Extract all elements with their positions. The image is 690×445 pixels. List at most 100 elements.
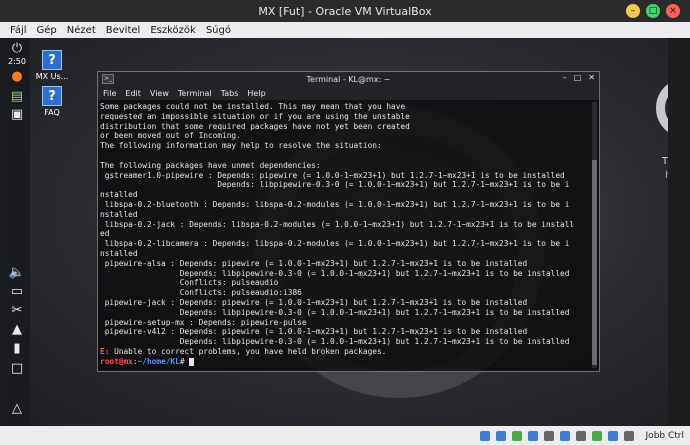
menu-input[interactable]: Bevitel: [106, 25, 141, 36]
window-title: MX [Fut] - Oracle VM VirtualBox: [258, 4, 432, 18]
terminal-line: Depends: libpipewire-0.3-0 (= 1.0.0-1~mx…: [100, 268, 570, 278]
terminal-line: nstalled: [100, 248, 138, 258]
terminal-line: Depends: libpipewire-0.3-0 (= 1.0.0-1~mx…: [100, 180, 570, 190]
menu-machine[interactable]: Gép: [37, 25, 57, 36]
terminal-line: pipewire-v4l2 : Depends: pipewire (= 1.0…: [100, 327, 528, 337]
terminal-line: Depends: libpipewire-0.3-0 (= 1.0.0-1~mx…: [100, 307, 570, 317]
terminal-window-controls: – □ ✕: [563, 73, 595, 82]
hdd-icon[interactable]: [479, 430, 490, 441]
menu-view[interactable]: Nézet: [67, 25, 96, 36]
optical-drive-icon[interactable]: [495, 430, 506, 441]
help-icon: ?: [42, 50, 62, 70]
files-icon[interactable]: ▤: [9, 88, 25, 104]
network-status-icon[interactable]: [511, 430, 522, 441]
terminal-menubar: File Edit View Terminal Tabs Help: [98, 86, 599, 100]
terminal-menu-edit[interactable]: Edit: [125, 89, 141, 98]
window-titlebar[interactable]: MX [Fut] - Oracle VM VirtualBox – □ ×: [0, 0, 690, 22]
window-controls: – □ ×: [626, 4, 680, 18]
terminal-line: The following information may help to re…: [100, 141, 382, 151]
terminal-cursor: [189, 357, 195, 366]
guest-desktop: T h ⏻ 2:50 ● ▤ ▣ 🔈 ▭ ✂ ▲ ▮ □ △ ? MX Us..…: [4, 38, 668, 426]
terminal-line: Depends: libpipewire-0.3-0 (= 1.0.0-1~mx…: [100, 337, 570, 347]
keyboard-icon[interactable]: [623, 430, 634, 441]
volume-icon[interactable]: 🔈: [9, 264, 25, 280]
terminal-line: Some packages could not be installed. Th…: [100, 102, 406, 111]
desktop-icon-mx-user-manual[interactable]: ? MX Us...: [32, 50, 72, 81]
vbox-statusbar: Jobb Ctrl: [0, 426, 690, 445]
terminal-line: libspa-0.2-jack : Depends: libspa-0.2-mo…: [100, 219, 575, 229]
terminal-error-line: E: Unable to correct problems, you have …: [100, 347, 590, 357]
side-panel: ⏻ 2:50 ● ▤ ▣ 🔈 ▭ ✂ ▲ ▮ □ △: [4, 38, 30, 426]
terminal-menu-tabs[interactable]: Tabs: [221, 89, 239, 98]
terminal-maximize-icon[interactable]: □: [574, 73, 582, 82]
terminal-menu-view[interactable]: View: [150, 89, 169, 98]
terminal-close-icon[interactable]: ✕: [588, 73, 595, 82]
terminal-output[interactable]: Some packages could not be installed. Th…: [100, 102, 590, 369]
terminal-line: Conflicts: pulseaudio: [100, 278, 279, 288]
terminal-titlebar[interactable]: >_ Terminal - KL@mx: ~ – □ ✕: [98, 72, 599, 86]
shared-folders-icon[interactable]: [543, 430, 554, 441]
recording-icon[interactable]: [575, 430, 586, 441]
logout-icon[interactable]: ⏻: [9, 40, 25, 56]
terminal-line: The following packages have unmet depend…: [100, 160, 321, 170]
virtualbox-window: MX [Fut] - Oracle VM VirtualBox – □ × Fá…: [0, 0, 690, 445]
terminal-menu-file[interactable]: File: [103, 89, 116, 98]
display-status-icon[interactable]: [559, 430, 570, 441]
terminal-line: libspa-0.2-bluetooth : Depends: libspa-0…: [100, 199, 570, 209]
terminal-line: pipewire-alsa : Depends: pipewire (= 1.0…: [100, 258, 528, 268]
menu-help[interactable]: Súgó: [206, 25, 231, 36]
menu-devices[interactable]: Eszközök: [150, 25, 196, 36]
terminal-line: nstalled: [100, 209, 138, 219]
menu-file[interactable]: Fájl: [10, 25, 27, 36]
close-button[interactable]: ×: [666, 4, 680, 18]
desktop-icon-label: MX Us...: [35, 72, 69, 81]
background-right-glyph: T: [662, 156, 668, 167]
terminal-menu-help[interactable]: Help: [247, 89, 265, 98]
battery-icon[interactable]: ▮: [9, 340, 25, 356]
cpu-icon[interactable]: [591, 430, 602, 441]
minimize-button[interactable]: –: [626, 4, 640, 18]
terminal-line: nstalled: [100, 190, 138, 200]
terminal-scrollbar-thumb[interactable]: [592, 160, 597, 365]
terminal-app-icon: >_: [102, 74, 114, 84]
terminal-line: pipewire-setup-mx : Depends: pipewire-pu…: [100, 317, 307, 327]
terminal-menu-terminal[interactable]: Terminal: [178, 89, 212, 98]
network-icon[interactable]: □: [9, 360, 25, 376]
terminal-lines: Some packages could not be installed. Th…: [100, 102, 590, 347]
terminal-line: or been moved out of Incoming.: [100, 131, 241, 141]
terminal-window[interactable]: >_ Terminal - KL@mx: ~ – □ ✕ File Edit V…: [97, 71, 600, 372]
terminal-icon[interactable]: ▣: [9, 106, 25, 122]
updater-icon[interactable]: ▲: [9, 321, 25, 337]
background-right-glyph-2: h: [665, 170, 668, 181]
prompt-symbol: #: [179, 356, 185, 366]
error-text: Unable to correct problems, you have hel…: [109, 346, 387, 356]
mx-menu-icon[interactable]: △: [9, 400, 25, 416]
error-code: E:: [100, 346, 110, 356]
maximize-button[interactable]: □: [646, 4, 660, 18]
vbox-menubar: Fájl Gép Nézet Bevitel Eszközök Súgó: [0, 22, 690, 38]
prompt-path: ~/home/KL: [137, 356, 180, 366]
background-right-logo: [656, 78, 668, 138]
terminal-line: requested an impossible situation or if …: [100, 111, 410, 121]
terminal-line: pipewire-jack : Depends: pipewire (= 1.0…: [100, 297, 528, 307]
mouse-integration-icon[interactable]: [607, 430, 618, 441]
usb-icon[interactable]: [527, 430, 538, 441]
help-icon: ?: [42, 86, 62, 106]
terminal-line: distribution that some required packages…: [100, 121, 410, 131]
terminal-scrollbar[interactable]: [592, 102, 597, 368]
panel-clock: 2:50: [8, 57, 26, 66]
terminal-line: Conflicts: pulseaudio:i386: [100, 288, 302, 298]
display-icon[interactable]: ▭: [9, 283, 25, 299]
prompt-user: root@mx: [100, 356, 133, 366]
terminal-title: Terminal - KL@mx: ~: [306, 74, 391, 84]
terminal-line: ed: [100, 229, 110, 239]
desktop-icon-faq[interactable]: ? FAQ: [32, 86, 72, 117]
terminal-prompt[interactable]: root@mx:~/home/KL#: [100, 357, 590, 367]
terminal-minimize-icon[interactable]: –: [563, 73, 567, 82]
clipboard-icon[interactable]: ✂: [9, 302, 25, 318]
desktop-icon-label: FAQ: [44, 108, 60, 117]
host-key-label: Jobb Ctrl: [645, 430, 684, 441]
terminal-line: libspa-0.2-libcamera : Depends: libspa-0…: [100, 239, 570, 249]
firefox-icon[interactable]: ●: [9, 68, 25, 84]
